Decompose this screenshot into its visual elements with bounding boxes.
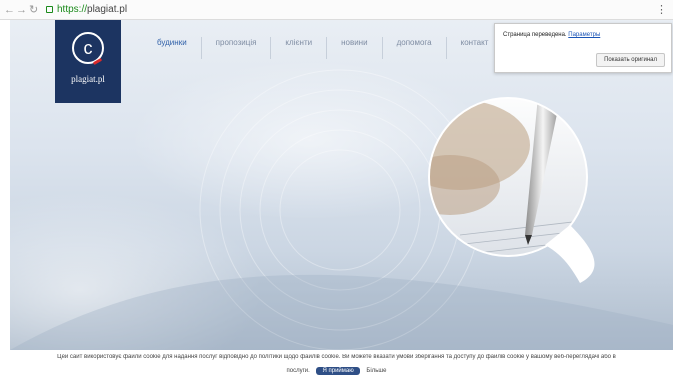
forward-button[interactable]: → <box>16 0 27 20</box>
cookie-accept-button[interactable]: Я приймаю <box>316 367 360 375</box>
show-original-button[interactable]: Показать оригинал <box>596 53 665 67</box>
site-logo[interactable]: c plagiat.pl <box>55 20 121 103</box>
cookie-actions: послуги. Я приймаю Більше <box>0 367 673 375</box>
url-host: plagiat.pl <box>87 4 128 15</box>
reload-button[interactable]: ↻ <box>29 0 38 20</box>
lock-icon <box>46 6 53 13</box>
slider-next-arrow-icon[interactable]: › <box>665 342 673 351</box>
cookie-banner: Цей сайт використовує файли cookie для н… <box>0 350 673 379</box>
nav-item-clients[interactable]: клієнти <box>270 37 326 59</box>
main-nav: будинки пропозиція клієнти новини допомо… <box>143 37 502 59</box>
url-protocol: https:// <box>57 4 88 15</box>
browser-menu-icon[interactable]: ⋮ <box>656 0 667 20</box>
back-button[interactable]: ← <box>4 0 15 20</box>
nav-item-offer[interactable]: пропозиція <box>200 37 271 59</box>
url-field[interactable]: https://plagiat.pl <box>57 0 127 20</box>
browser-address-bar: ← → ↻ https://plagiat.pl ⋮ <box>0 0 673 20</box>
cookie-message: Цей сайт використовує файли cookie для н… <box>57 354 616 360</box>
nav-item-help[interactable]: допомога <box>381 37 446 59</box>
logo-text: plagiat.pl <box>71 74 105 84</box>
translate-popup-message: Страница переведена. Параметры <box>503 32 601 38</box>
cookie-more-link[interactable]: Більше <box>366 368 386 374</box>
translate-popup: Страница переведена. Параметры Показать … <box>494 23 672 73</box>
pen-illustration <box>428 97 595 283</box>
nav-item-news[interactable]: новини <box>326 37 381 59</box>
translate-settings-link[interactable]: Параметры <box>568 32 600 38</box>
cookie-message-tail: послуги. <box>286 368 310 374</box>
nav-item-home[interactable]: будинки <box>143 37 201 59</box>
slider-prev-arrow-icon[interactable]: ‹ <box>640 342 648 351</box>
